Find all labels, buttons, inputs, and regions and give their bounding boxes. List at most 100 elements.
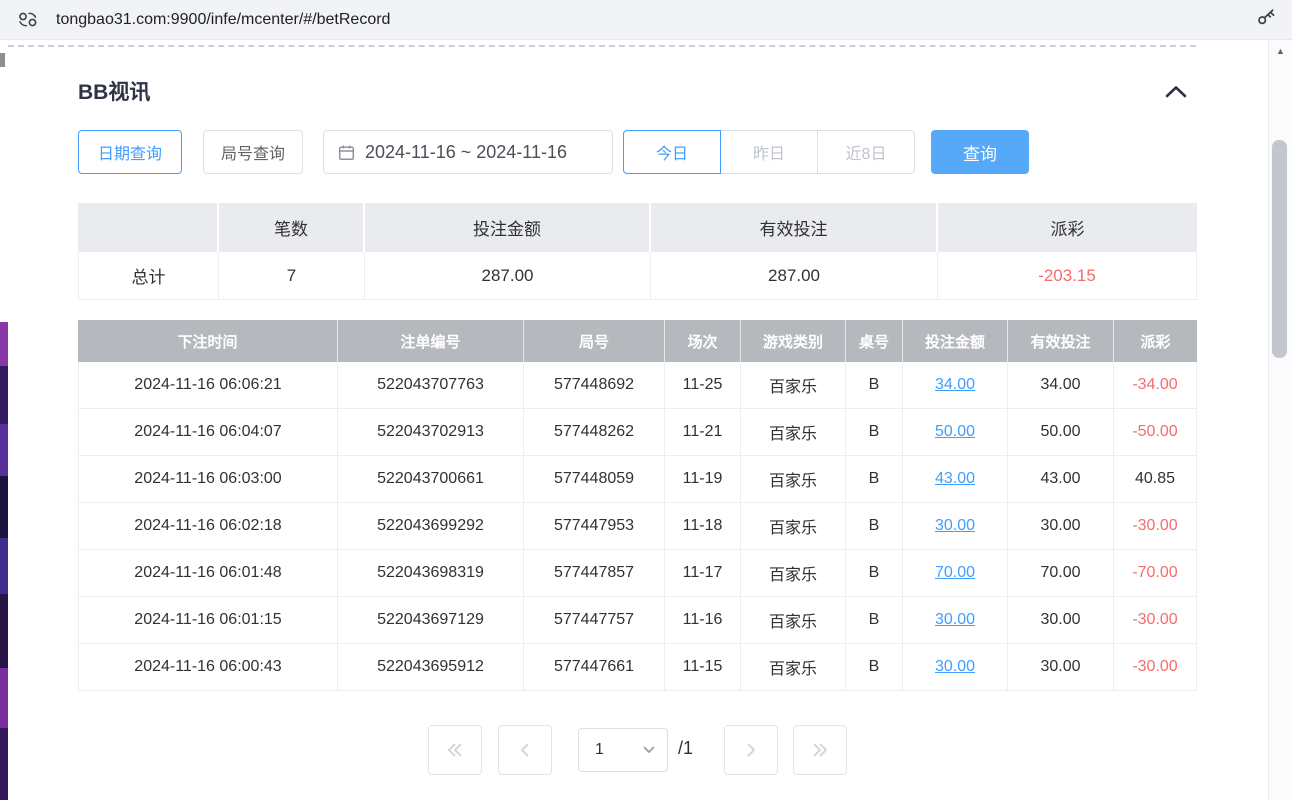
game-type-cell: 百家乐 — [741, 456, 846, 503]
round-no-cell: 577447953 — [524, 503, 665, 550]
bet-time-cell: 2024-11-16 06:04:07 — [78, 409, 338, 456]
order-no-cell: 522043707763 — [338, 362, 524, 409]
bet-amount-cell: 43.00 — [903, 456, 1008, 503]
summary-header-payout: 派彩 — [938, 203, 1197, 252]
table-row: 2024-11-16 06:02:18 522043699292 5774479… — [78, 503, 1197, 550]
bet-amount-link[interactable]: 30.00 — [935, 611, 975, 629]
bet-amount-cell: 50.00 — [903, 409, 1008, 456]
next-page-button[interactable] — [724, 725, 778, 775]
game-type-cell: 百家乐 — [741, 362, 846, 409]
order-no-cell: 522043698319 — [338, 550, 524, 597]
order-no-cell: 522043699292 — [338, 503, 524, 550]
session-cell: 11-18 — [665, 503, 741, 550]
table-no-cell: B — [846, 550, 903, 597]
background-page-edge — [0, 40, 8, 800]
game-type-cell: 百家乐 — [741, 644, 846, 691]
quick-date-button-group: 今日 昨日 近8日 — [623, 130, 915, 174]
date-range-input[interactable]: 2024-11-16 ~ 2024-11-16 — [323, 130, 613, 174]
valid-bet-cell: 50.00 — [1008, 409, 1114, 456]
vertical-scrollbar[interactable]: ▲ — [1268, 40, 1292, 800]
password-key-icon[interactable] — [1256, 9, 1278, 31]
search-button[interactable]: 查询 — [931, 130, 1029, 174]
bet-table-header: 下注时间 注单编号 局号 场次 游戏类别 桌号 投注金额 有效投注 派彩 — [78, 320, 1197, 362]
summary-header-count: 笔数 — [219, 203, 365, 252]
payout-cell: -30.00 — [1114, 503, 1197, 550]
summary-count-value: 7 — [219, 252, 365, 300]
page-select-value: 1 — [595, 741, 643, 759]
bet-amount-link[interactable]: 30.00 — [935, 658, 975, 676]
today-button[interactable]: 今日 — [623, 130, 721, 174]
bet-amount-link[interactable]: 50.00 — [935, 423, 975, 441]
last-page-button[interactable] — [793, 725, 847, 775]
bet-time-cell: 2024-11-16 06:02:18 — [78, 503, 338, 550]
bet-time-cell: 2024-11-16 06:06:21 — [78, 362, 338, 409]
summary-total-label: 总计 — [78, 252, 219, 300]
summary-header-blank — [78, 203, 219, 252]
game-type-cell: 百家乐 — [741, 550, 846, 597]
payout-cell: -30.00 — [1114, 597, 1197, 644]
yesterday-button[interactable]: 昨日 — [720, 130, 818, 174]
table-row: 2024-11-16 06:00:43 522043695912 5774476… — [78, 644, 1197, 691]
summary-total-row: 总计 7 287.00 287.00 -203.15 — [78, 252, 1197, 300]
page-select[interactable]: 1 — [578, 728, 668, 772]
payout-cell: -50.00 — [1114, 409, 1197, 456]
table-row: 2024-11-16 06:06:21 522043707763 5774486… — [78, 362, 1197, 409]
chevron-right-icon — [744, 743, 758, 757]
round-query-button[interactable]: 局号查询 — [203, 130, 303, 174]
valid-bet-cell: 30.00 — [1008, 644, 1114, 691]
bet-time-cell: 2024-11-16 06:00:43 — [78, 644, 338, 691]
col-bet-time: 下注时间 — [78, 320, 338, 362]
session-cell: 11-15 — [665, 644, 741, 691]
payout-cell: 40.85 — [1114, 456, 1197, 503]
summary-header-row: 笔数 投注金额 有效投注 派彩 — [78, 203, 1197, 252]
address-url[interactable]: tongbao31.com:9900/infe/mcenter/#/betRec… — [56, 11, 1256, 29]
summary-table: 笔数 投注金额 有效投注 派彩 总计 7 287.00 287.00 -203.… — [78, 203, 1197, 300]
table-row: 2024-11-16 06:03:00 522043700661 5774480… — [78, 456, 1197, 503]
round-no-cell: 577447661 — [524, 644, 665, 691]
col-game-type: 游戏类别 — [741, 320, 846, 362]
table-no-cell: B — [846, 456, 903, 503]
table-no-cell: B — [846, 409, 903, 456]
game-type-cell: 百家乐 — [741, 409, 846, 456]
table-no-cell: B — [846, 644, 903, 691]
chevron-down-icon — [643, 746, 655, 754]
game-type-cell: 百家乐 — [741, 503, 846, 550]
bet-amount-cell: 30.00 — [903, 597, 1008, 644]
round-no-cell: 577447857 — [524, 550, 665, 597]
collapse-chevron-up-icon[interactable] — [1158, 78, 1194, 104]
round-no-cell: 577448692 — [524, 362, 665, 409]
summary-valid-bet-value: 287.00 — [651, 252, 938, 300]
dashed-divider — [8, 45, 1196, 47]
bet-amount-cell: 70.00 — [903, 550, 1008, 597]
summary-bet-amount-value: 287.00 — [365, 252, 651, 300]
summary-payout-value: -203.15 — [938, 252, 1197, 300]
page-total-label: /1 — [678, 738, 693, 759]
summary-header-bet-amount: 投注金额 — [365, 203, 651, 252]
col-table-no: 桌号 — [846, 320, 903, 362]
account-switch-icon[interactable] — [8, 11, 48, 28]
calendar-icon — [338, 144, 355, 161]
date-query-button[interactable]: 日期查询 — [78, 130, 182, 174]
scroll-up-arrow-icon[interactable]: ▲ — [1269, 46, 1292, 56]
session-cell: 11-25 — [665, 362, 741, 409]
round-no-cell: 577448262 — [524, 409, 665, 456]
session-cell: 11-16 — [665, 597, 741, 644]
col-round-no: 局号 — [524, 320, 665, 362]
scrollbar-thumb[interactable] — [1272, 140, 1287, 358]
last8days-button[interactable]: 近8日 — [817, 130, 915, 174]
valid-bet-cell: 43.00 — [1008, 456, 1114, 503]
bet-amount-link[interactable]: 43.00 — [935, 470, 975, 488]
bet-amount-link[interactable]: 34.00 — [935, 376, 975, 394]
col-order-no: 注单编号 — [338, 320, 524, 362]
prev-page-button[interactable] — [498, 725, 552, 775]
bet-amount-link[interactable]: 30.00 — [935, 517, 975, 535]
first-page-button[interactable] — [428, 725, 482, 775]
col-session: 场次 — [665, 320, 741, 362]
order-no-cell: 522043702913 — [338, 409, 524, 456]
session-cell: 11-21 — [665, 409, 741, 456]
bet-amount-link[interactable]: 70.00 — [935, 564, 975, 582]
order-no-cell: 522043695912 — [338, 644, 524, 691]
chevron-left-icon — [518, 743, 532, 757]
bet-record-table: 下注时间 注单编号 局号 场次 游戏类别 桌号 投注金额 有效投注 派彩 202… — [78, 320, 1197, 691]
browser-address-bar: tongbao31.com:9900/infe/mcenter/#/betRec… — [0, 0, 1292, 40]
